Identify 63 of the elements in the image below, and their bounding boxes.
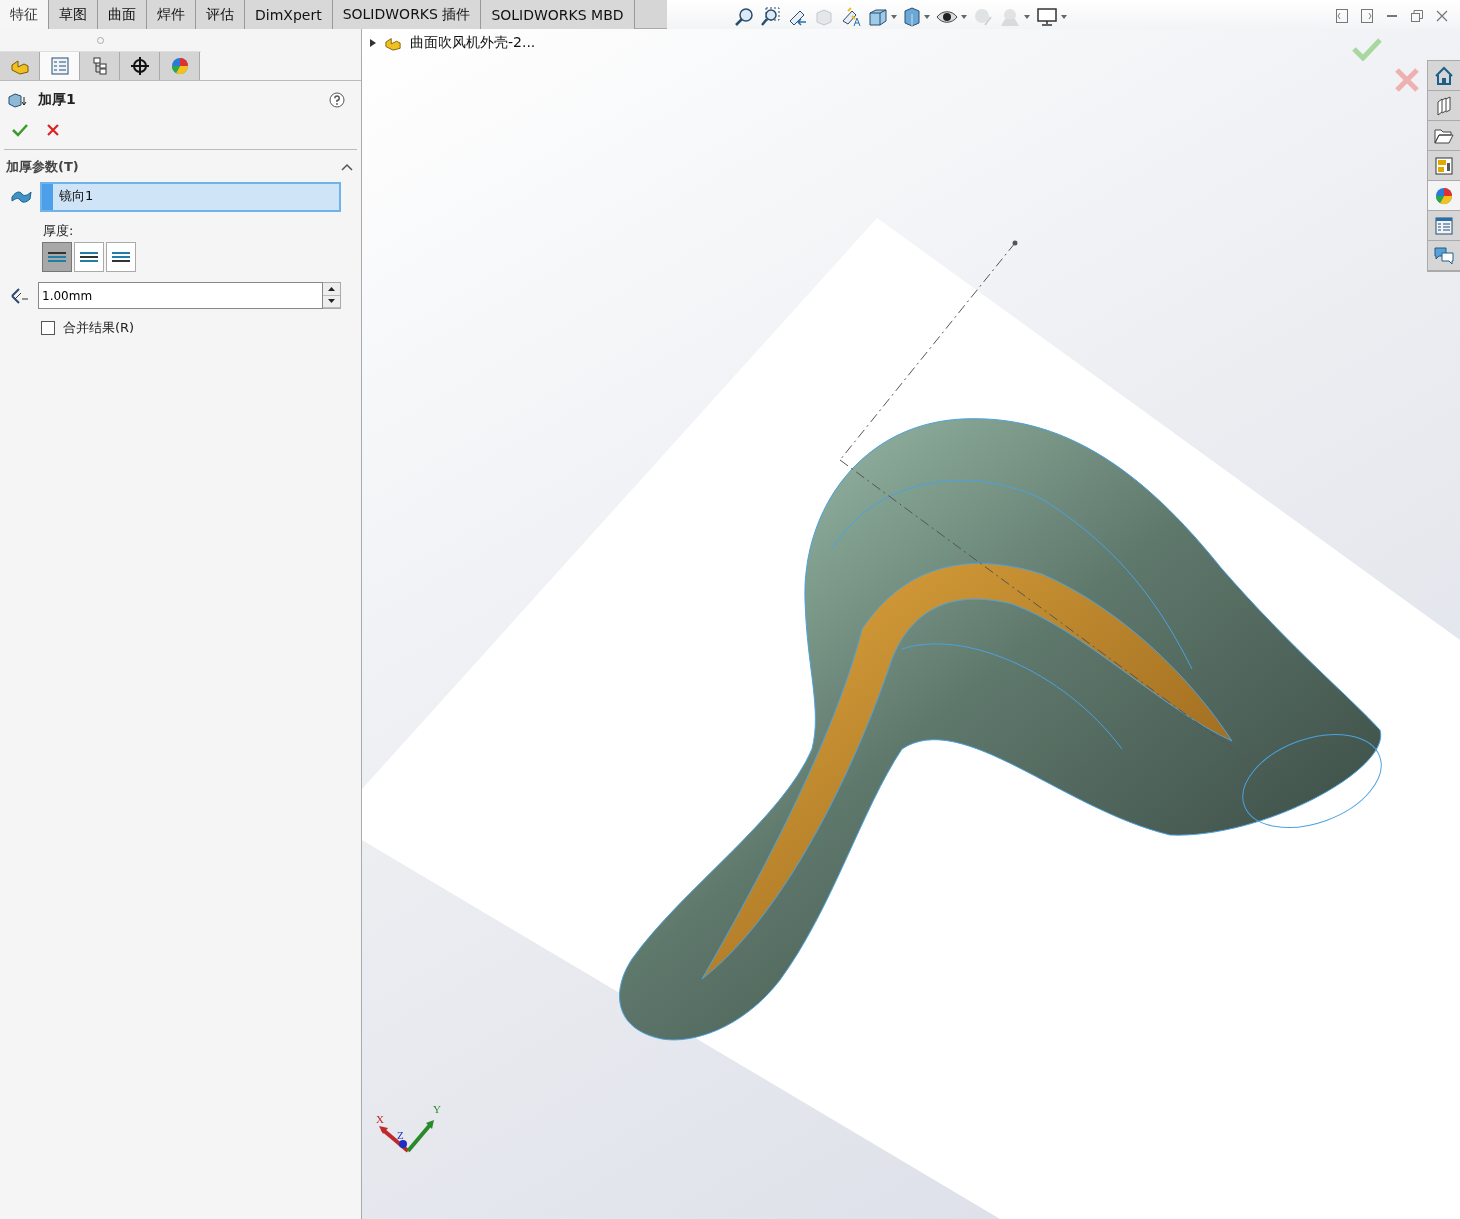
crosshair-icon [130, 57, 149, 75]
panel-tab[interactable] [80, 52, 120, 80]
y-axis-label: Y [433, 1103, 441, 1115]
x-axis-label: X [376, 1113, 384, 1125]
ribbon-tab[interactable]: DimXpert [245, 0, 333, 29]
zoom-to-fit-icon[interactable] [734, 7, 754, 27]
surface-icon [10, 189, 32, 205]
close-icon[interactable] [1436, 10, 1448, 22]
help-icon[interactable] [329, 92, 345, 108]
collapse-chevron-icon[interactable] [341, 163, 353, 171]
property-manager-icon [50, 57, 69, 75]
face-selection-field[interactable]: 镜向1 [40, 182, 341, 212]
ribbon-tab[interactable]: SOLIDWORKS MBD [481, 0, 635, 29]
tile-right-icon[interactable] [1361, 9, 1373, 23]
minimize-icon[interactable] [1386, 14, 1398, 18]
view-orientation-icon[interactable] [868, 7, 888, 27]
feature-tree-item[interactable]: 曲面吹风机外壳-2... [410, 34, 536, 52]
thickness-label: 厚度: [42, 222, 75, 240]
dropdown-caret-icon[interactable] [1061, 15, 1067, 19]
dropdown-caret-icon[interactable] [961, 15, 967, 19]
restore-icon[interactable] [1411, 10, 1423, 22]
spin-up-button[interactable] [323, 283, 340, 296]
ribbon-tab[interactable]: SOLIDWORKS 插件 [332, 0, 482, 29]
thickness-direction-button[interactable] [42, 242, 72, 272]
dropdown-caret-icon[interactable] [1024, 15, 1030, 19]
panel-tab[interactable] [120, 52, 160, 80]
section-title: 加厚参数(T) [6, 158, 79, 176]
ribbon-tab[interactable]: 焊件 [147, 0, 196, 29]
up-arrow-icon [328, 286, 335, 291]
thickness-field[interactable]: 1.00mm [38, 282, 323, 309]
eye-icon[interactable] [936, 9, 958, 25]
feature-title: 加厚1 [38, 91, 77, 109]
part-icon [384, 35, 402, 51]
thickness-lines-icon [47, 250, 67, 264]
ok-check-icon[interactable] [12, 123, 28, 137]
ribbon-tab[interactable]: 草图 [49, 0, 98, 29]
cancel-icon[interactable] [46, 123, 60, 137]
thickness-direction-button[interactable] [74, 242, 104, 272]
expand-arrow-icon[interactable] [370, 39, 376, 47]
configuration-tree-icon [90, 57, 109, 75]
dropdown-caret-icon[interactable] [891, 15, 897, 19]
display-style-icon[interactable] [903, 7, 921, 27]
thickness-direction-button[interactable] [106, 242, 136, 272]
feature-manager-icon [9, 57, 30, 75]
merge-checkbox[interactable] [41, 321, 55, 335]
dropdown-caret-icon[interactable] [924, 15, 930, 19]
thicken-feature-icon [8, 92, 28, 108]
appearances-icon[interactable] [1428, 181, 1460, 211]
dynamic-annotation-icon[interactable] [840, 7, 862, 27]
z-axis-label: Z [397, 1129, 404, 1141]
thickness-lines-icon [79, 250, 99, 264]
monitor-icon[interactable] [1036, 7, 1058, 27]
confirm-check-icon[interactable] [1352, 37, 1382, 61]
appearance-ball-icon [170, 57, 189, 75]
thickness-dimension-icon [10, 286, 30, 305]
ribbon-tab[interactable]: 评估 [196, 0, 245, 29]
down-arrow-icon [328, 299, 335, 304]
ribbon-tab[interactable]: 特征 [0, 0, 49, 29]
zoom-area-icon[interactable] [760, 7, 780, 27]
thickness-lines-icon [111, 250, 131, 264]
tile-left-icon[interactable] [1336, 9, 1348, 23]
merge-result-label: 合并结果(R) [63, 319, 135, 337]
ribbon-tab[interactable]: 曲面 [98, 0, 147, 29]
